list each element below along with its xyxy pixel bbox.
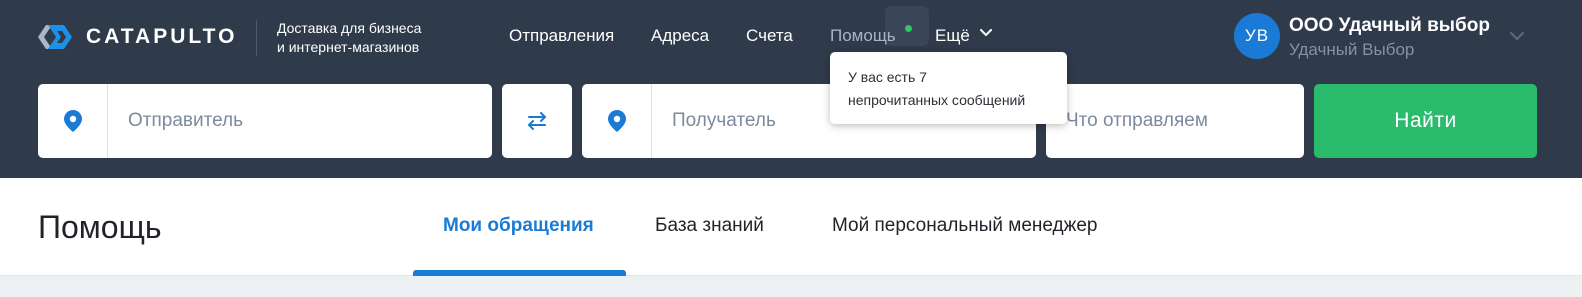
brand-logo[interactable]: CATAPULTO Доставка для бизнеса и интерне…: [38, 20, 421, 56]
nav-item-shipments[interactable]: Отправления: [509, 26, 614, 46]
cargo-input[interactable]: Что отправляем: [1066, 110, 1208, 132]
page-header: Помощь Мои обращения База знаний Мой пер…: [0, 178, 1582, 276]
tab-my-requests[interactable]: Мои обращения: [443, 215, 594, 237]
notification-dot: [905, 25, 912, 32]
account-name: ООО Удачный выбор: [1289, 15, 1490, 36]
catapulto-logo-icon: [38, 25, 72, 49]
chevron-down-icon[interactable]: [980, 29, 992, 37]
recipient-input[interactable]: Получатель: [672, 110, 776, 132]
chevron-down-icon[interactable]: [1510, 32, 1524, 41]
active-tab-indicator: [413, 270, 626, 276]
tab-personal-manager[interactable]: Мой персональный менеджер: [832, 215, 1098, 237]
nav-item-help[interactable]: Помощь: [830, 26, 896, 46]
cargo-field[interactable]: Что отправляем: [1046, 84, 1304, 158]
sender-location-cell: [38, 84, 108, 158]
swap-button[interactable]: [502, 84, 572, 158]
tooltip-line-1: У вас есть 7: [848, 69, 927, 85]
nav-item-invoices[interactable]: Счета: [746, 26, 793, 46]
tab-knowledge-base[interactable]: База знаний: [655, 215, 764, 237]
brand-divider: [256, 20, 257, 56]
account-subtitle: Удачный Выбор: [1289, 40, 1415, 59]
top-header: CATAPULTO Доставка для бизнеса и интерне…: [0, 0, 1582, 178]
unread-messages-tooltip: У вас есть 7 непрочитанных сообщений: [830, 52, 1067, 124]
tagline-line-1: Доставка для бизнеса: [277, 20, 422, 36]
avatar: УВ: [1234, 13, 1280, 59]
nav-item-more[interactable]: Ещё: [935, 26, 970, 46]
sender-input[interactable]: Отправитель: [128, 110, 243, 132]
nav-item-addresses[interactable]: Адреса: [651, 26, 709, 46]
find-button[interactable]: Найти: [1314, 84, 1537, 158]
brand-tagline: Доставка для бизнеса и интернет-магазино…: [277, 19, 421, 57]
page-title: Помощь: [38, 209, 162, 245]
swap-arrows-icon: [528, 112, 546, 130]
tagline-line-2: и интернет-магазинов: [277, 39, 420, 55]
tooltip-line-2: непрочитанных сообщений: [848, 92, 1026, 108]
recipient-location-cell: [582, 84, 652, 158]
brand-name: CATAPULTO: [86, 25, 238, 48]
sender-field[interactable]: Отправитель: [38, 84, 492, 158]
location-pin-icon: [63, 110, 82, 132]
location-pin-icon: [607, 110, 626, 132]
